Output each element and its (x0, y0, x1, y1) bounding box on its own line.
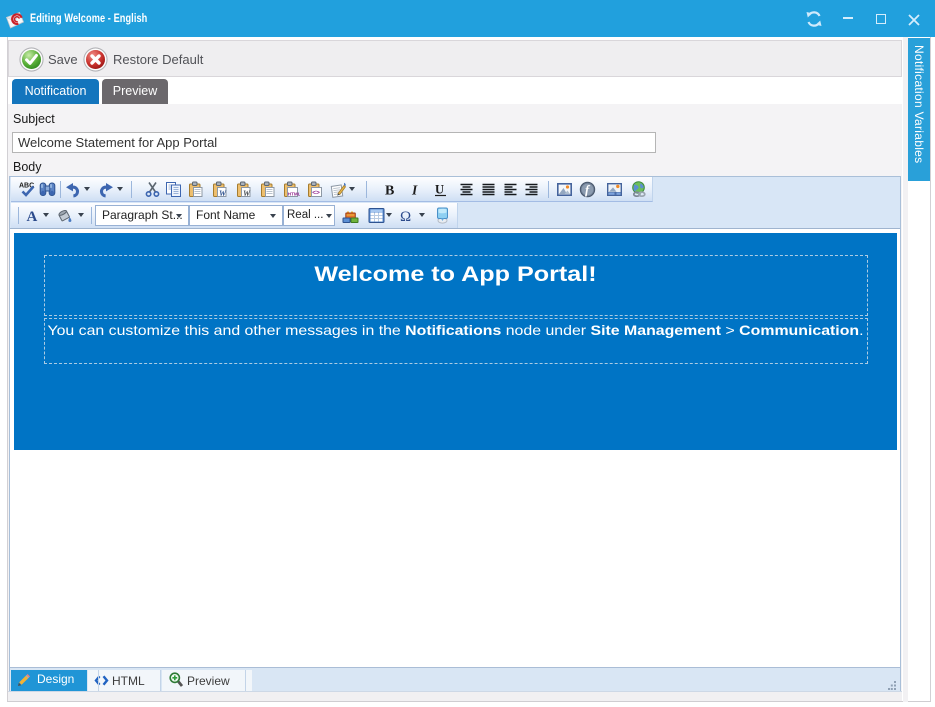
svg-text:W: W (243, 189, 251, 198)
svg-text:U: U (435, 183, 444, 197)
svg-text:HTML: HTML (288, 192, 300, 197)
svg-text:<>: <> (312, 190, 320, 197)
svg-text:I: I (411, 183, 418, 198)
svg-text:W: W (219, 189, 227, 198)
svg-text:A: A (27, 209, 38, 224)
svg-text:B: B (385, 184, 394, 199)
svg-text:Ω: Ω (400, 209, 411, 224)
